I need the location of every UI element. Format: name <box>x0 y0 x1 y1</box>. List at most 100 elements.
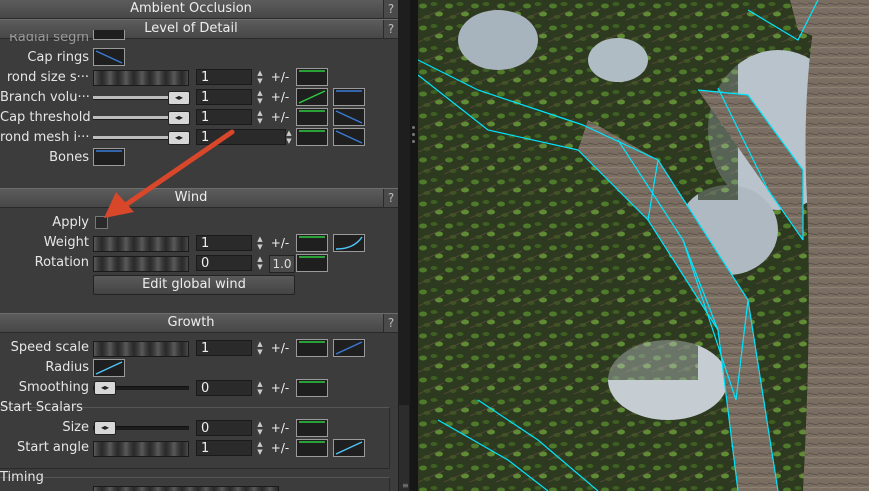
slider-fill <box>93 136 169 139</box>
start-size-variance[interactable]: +/- <box>268 420 292 436</box>
curve-cap-threshold-b[interactable] <box>333 108 365 126</box>
wind-weight-variance[interactable]: +/- <box>268 235 292 251</box>
speed-scale-spinner[interactable]: ▲ ▼ <box>255 340 265 356</box>
cap-threshold-input[interactable]: 1 <box>196 109 252 125</box>
section-ambient-occlusion[interactable]: Ambient Occlusion ? <box>0 0 398 19</box>
curve-smoothing[interactable] <box>296 379 328 397</box>
curve-wind-weight-a[interactable] <box>296 234 328 252</box>
curve-cap-rings[interactable] <box>93 48 125 66</box>
wind-rotation-input[interactable]: 0 <box>196 255 252 271</box>
slider-fill <box>93 116 169 119</box>
start-size-label: Size <box>62 420 89 435</box>
wind-weight-input[interactable]: 1 <box>196 235 252 251</box>
timing-label: Timing <box>0 470 44 485</box>
3d-viewport[interactable] <box>418 0 869 491</box>
timing-wheel[interactable] <box>93 486 279 491</box>
smoothing-label: Smoothing <box>18 380 89 395</box>
wind-apply-checkbox[interactable] <box>95 216 108 229</box>
speed-scale-variance[interactable]: +/- <box>268 340 292 356</box>
cap-threshold-slider[interactable]: ◂▸ <box>93 111 190 125</box>
speed-scale-wheel[interactable] <box>93 341 189 357</box>
branch-volume-slider[interactable]: ◂▸ <box>93 91 190 105</box>
frond-mesh-input[interactable]: 1 <box>196 129 286 145</box>
help-question-icon[interactable]: ? <box>383 189 398 207</box>
radius-label: Radius <box>45 360 89 375</box>
wind-apply-label: Apply <box>52 215 89 230</box>
curve-speed-scale-b[interactable] <box>333 339 365 357</box>
curve-start-angle-a[interactable] <box>296 439 328 457</box>
branch-volume-label: Branch volu··· <box>0 90 90 105</box>
curve-radial-segments[interactable] <box>93 30 125 40</box>
speed-scale-label: Speed scale <box>10 340 89 355</box>
curve-radius[interactable] <box>93 359 125 377</box>
smoothing-variance[interactable]: +/- <box>268 380 292 396</box>
curve-branch-volume-b[interactable] <box>333 88 365 106</box>
curve-frond-size-scale[interactable] <box>296 68 328 86</box>
wind-rotation-spinner[interactable]: ▲ ▼ <box>255 255 265 271</box>
curve-start-angle-b[interactable] <box>333 439 365 457</box>
start-angle-spinner[interactable]: ▲ ▼ <box>255 440 265 456</box>
curve-cap-threshold-a[interactable] <box>296 108 328 126</box>
slider-knob[interactable]: ◂▸ <box>94 381 116 395</box>
curve-frond-mesh-a[interactable] <box>296 128 328 146</box>
start-angle-input[interactable]: 1 <box>196 440 252 456</box>
slider-knob[interactable]: ◂▸ <box>168 111 190 125</box>
edit-global-wind-button[interactable]: Edit global wind <box>93 275 295 295</box>
start-size-spinner[interactable]: ▲ ▼ <box>255 420 265 436</box>
frond-mesh-spinner[interactable]: ▲ ▼ <box>284 129 294 145</box>
curve-start-size[interactable] <box>296 419 328 437</box>
properties-panel: Ambient Occlusion ? Level of Detail ? Ra… <box>0 0 398 491</box>
curve-speed-scale-a[interactable] <box>296 339 328 357</box>
wind-rotation-scale[interactable]: 1.0 <box>269 255 295 273</box>
slider-knob[interactable]: ◂▸ <box>94 421 116 435</box>
start-angle-variance[interactable]: +/- <box>268 440 292 456</box>
help-question-icon[interactable]: ? <box>383 314 398 332</box>
tree-render <box>418 0 869 491</box>
cap-threshold-label: Cap threshold <box>0 110 91 125</box>
frond-mesh-slider[interactable]: ◂▸ <box>93 131 190 145</box>
branch-volume-input[interactable]: 1 <box>196 89 252 105</box>
bones-label: Bones <box>49 150 89 165</box>
radial-segments-label: Radial segm <box>9 34 89 45</box>
cap-threshold-spinner[interactable]: ▲ ▼ <box>255 109 265 125</box>
smoothing-slider[interactable]: ◂▸ <box>93 381 189 395</box>
curve-bones[interactable] <box>93 148 125 166</box>
branch-volume-variance[interactable]: +/- <box>268 89 292 105</box>
frond-size-scale-variance[interactable]: +/- <box>268 69 292 85</box>
wind-rotation-wheel[interactable] <box>93 256 189 272</box>
section-title: Wind <box>174 190 208 205</box>
wind-weight-spinner[interactable]: ▲ ▼ <box>255 235 265 251</box>
speed-scale-input[interactable]: 1 <box>196 340 252 356</box>
cap-threshold-variance[interactable]: +/- <box>268 109 292 125</box>
start-size-input[interactable]: 0 <box>196 420 252 436</box>
panel-scrollbar[interactable] <box>398 0 410 491</box>
section-title: Ambient Occlusion <box>130 1 252 16</box>
start-angle-wheel[interactable] <box>93 441 189 457</box>
frond-size-scale-label: rond size s··· <box>6 70 89 85</box>
slider-fill <box>93 96 169 99</box>
curve-frond-mesh-b[interactable] <box>333 128 365 146</box>
panel-splitter[interactable] <box>410 0 418 491</box>
section-growth[interactable]: Growth ? <box>0 313 398 333</box>
help-question-icon[interactable]: ? <box>383 20 398 38</box>
scroll-grip-icon: ≡ <box>402 481 409 490</box>
scrollbar-thumb[interactable] <box>399 405 409 491</box>
branch-volume-spinner[interactable]: ▲ ▼ <box>255 89 265 105</box>
curve-wind-weight-b[interactable] <box>333 234 365 252</box>
smoothing-spinner[interactable]: ▲ ▼ <box>255 380 265 396</box>
frond-size-scale-input[interactable]: 1 <box>196 69 252 85</box>
help-question-icon[interactable]: ? <box>383 0 398 18</box>
slider-knob[interactable]: ◂▸ <box>168 91 190 105</box>
curve-branch-volume-a[interactable] <box>296 88 328 106</box>
curve-wind-rotation[interactable] <box>296 254 328 272</box>
wind-weight-wheel[interactable] <box>93 236 189 252</box>
cap-rings-label: Cap rings <box>27 50 89 65</box>
wind-weight-label: Weight <box>43 235 89 250</box>
smoothing-input[interactable]: 0 <box>196 380 252 396</box>
frond-size-scale-wheel[interactable] <box>93 70 189 86</box>
frond-size-scale-spinner[interactable]: ▲ ▼ <box>255 69 265 85</box>
section-wind[interactable]: Wind ? <box>0 188 398 208</box>
start-angle-label: Start angle <box>17 440 89 455</box>
slider-knob[interactable]: ◂▸ <box>168 131 190 145</box>
start-size-slider[interactable]: ◂▸ <box>93 421 189 435</box>
